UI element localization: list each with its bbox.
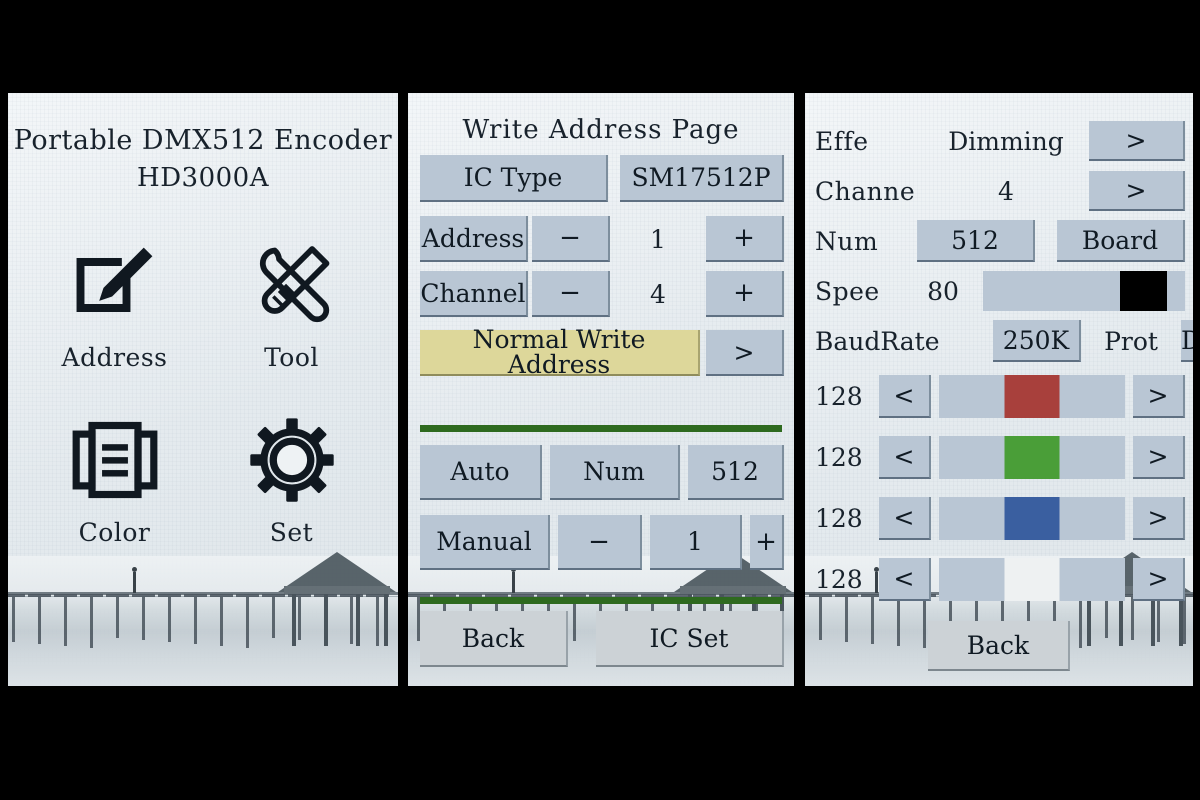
manual-decrement-button[interactable]: −: [558, 515, 642, 570]
channel-decrement-white[interactable]: <: [879, 558, 931, 601]
address-decrement-button[interactable]: −: [532, 216, 610, 262]
protocol-value-button[interactable]: DMX512: [1181, 320, 1193, 362]
channel-increment-button[interactable]: +: [706, 271, 784, 317]
section-divider: [420, 597, 782, 604]
write-mode-button[interactable]: Normal Write Address: [420, 327, 700, 377]
back-button[interactable]: Back: [420, 611, 568, 667]
menu-item-tool-label: Tool: [264, 343, 319, 372]
channel-value-white: 128: [815, 565, 863, 594]
write-address-screen: Write Address Page IC Type SM17512P Addr…: [408, 93, 794, 686]
baudrate-row: BaudRate 250K Prot DMX512: [815, 319, 1193, 363]
address-stepper: Address − 1 +: [420, 216, 784, 262]
num-label: Num: [815, 226, 879, 256]
color-card-icon: [69, 408, 161, 512]
menu-item-color[interactable]: Color: [26, 408, 203, 583]
ic-type-value-button[interactable]: SM17512P: [620, 155, 784, 202]
menu-item-color-label: Color: [78, 518, 151, 547]
auto-num-value-button[interactable]: 512: [688, 445, 784, 500]
speed-row: Spee 80: [815, 269, 1185, 313]
auto-button[interactable]: Auto: [420, 445, 542, 500]
channel-increment-white[interactable]: >: [1133, 558, 1185, 601]
ic-type-row: IC Type SM17512P: [420, 155, 784, 202]
home-menu-grid: Address Tool Color Set: [26, 233, 380, 583]
manual-value-button[interactable]: 1: [650, 515, 742, 570]
channel-slider-blue: 128 < >: [815, 497, 1185, 540]
channel-label: Channe: [815, 176, 916, 206]
speed-value: 80: [927, 276, 959, 306]
channel-value: 4: [998, 176, 1014, 206]
home-screen: Portable DMX512 Encoder HD3000A Address: [8, 93, 398, 686]
channel-value-green: 128: [815, 443, 863, 472]
channel-handle-blue[interactable]: [1004, 497, 1060, 540]
manual-button[interactable]: Manual: [420, 515, 550, 570]
effect-next-button[interactable]: >: [1089, 121, 1185, 161]
write-mode-next-button[interactable]: >: [706, 330, 784, 376]
speed-slider[interactable]: [983, 271, 1185, 311]
page-title: Portable DMX512 Encoder: [13, 125, 393, 156]
channel-increment-red[interactable]: >: [1133, 375, 1185, 418]
channel-value: 4: [650, 279, 666, 309]
channel-slider-red: 128 < >: [815, 375, 1185, 418]
page-title: Write Address Page: [462, 115, 740, 145]
speed-label: Spee: [815, 276, 880, 306]
channel-label-button[interactable]: Channel: [420, 271, 528, 317]
address-value: 1: [650, 224, 666, 254]
gear-icon: [246, 408, 338, 512]
effect-row: Effe Dimming >: [815, 119, 1185, 163]
menu-item-tool[interactable]: Tool: [203, 233, 380, 408]
model-number: HD3000A: [137, 163, 269, 193]
ic-type-button[interactable]: IC Type: [420, 155, 608, 202]
channel-decrement-blue[interactable]: <: [879, 497, 931, 540]
channel-track-white[interactable]: [939, 558, 1125, 601]
channel-slider-green: 128 < >: [815, 436, 1185, 479]
footer-row: Back IC Set: [420, 611, 784, 667]
section-divider: [420, 425, 782, 432]
channel-handle-white[interactable]: [1004, 558, 1060, 601]
manual-row: Manual − 1 +: [420, 515, 784, 570]
channel-decrement-button[interactable]: −: [532, 271, 610, 317]
channel-value-blue: 128: [815, 504, 863, 533]
effect-value: Dimming: [948, 126, 1064, 156]
channel-track-blue[interactable]: [939, 497, 1125, 540]
auto-row: Auto Num 512: [420, 445, 784, 500]
channel-increment-blue[interactable]: >: [1133, 497, 1185, 540]
screenshot-canvas: Portable DMX512 Encoder HD3000A Address: [0, 0, 1200, 800]
channel-row: Channe 4 >: [815, 169, 1185, 213]
channel-decrement-green[interactable]: <: [879, 436, 931, 479]
channel-slider-white: 128 < >: [815, 558, 1185, 601]
menu-item-set[interactable]: Set: [203, 408, 380, 583]
channel-handle-green[interactable]: [1004, 436, 1060, 479]
channel-next-button[interactable]: >: [1089, 171, 1185, 211]
channel-stepper: Channel − 4 +: [420, 271, 784, 317]
pencil-square-icon: [69, 233, 161, 337]
address-label-button[interactable]: Address: [420, 216, 528, 262]
num-value-button[interactable]: 512: [917, 220, 1035, 262]
channel-handle-red[interactable]: [1004, 375, 1060, 418]
write-mode-row: Normal Write Address >: [420, 327, 784, 377]
channel-decrement-red[interactable]: <: [879, 375, 931, 418]
channel-track-red[interactable]: [939, 375, 1125, 418]
manual-increment-button[interactable]: +: [750, 515, 784, 570]
num-row: Num 512 Board: [815, 219, 1185, 263]
speed-slider-handle[interactable]: [1120, 271, 1168, 311]
auto-num-label-button[interactable]: Num: [550, 445, 680, 500]
channel-increment-green[interactable]: >: [1133, 436, 1185, 479]
effect-label: Effe: [815, 126, 869, 156]
channel-value-red: 128: [815, 382, 863, 411]
ic-set-button[interactable]: IC Set: [596, 611, 784, 667]
wrench-screwdriver-icon: [246, 233, 338, 337]
protocol-label: Prot: [1104, 326, 1158, 356]
settings-screen: Effe Dimming > Channe 4 > Num 512 Board …: [805, 93, 1193, 686]
channel-track-green[interactable]: [939, 436, 1125, 479]
baudrate-value-button[interactable]: 250K: [993, 320, 1081, 362]
board-button[interactable]: Board: [1057, 220, 1185, 262]
back-button[interactable]: Back: [928, 621, 1070, 671]
menu-item-address-label: Address: [61, 343, 168, 372]
menu-item-address[interactable]: Address: [26, 233, 203, 408]
address-increment-button[interactable]: +: [706, 216, 784, 262]
menu-item-set-label: Set: [269, 518, 314, 547]
baudrate-label: BaudRate: [815, 326, 940, 356]
